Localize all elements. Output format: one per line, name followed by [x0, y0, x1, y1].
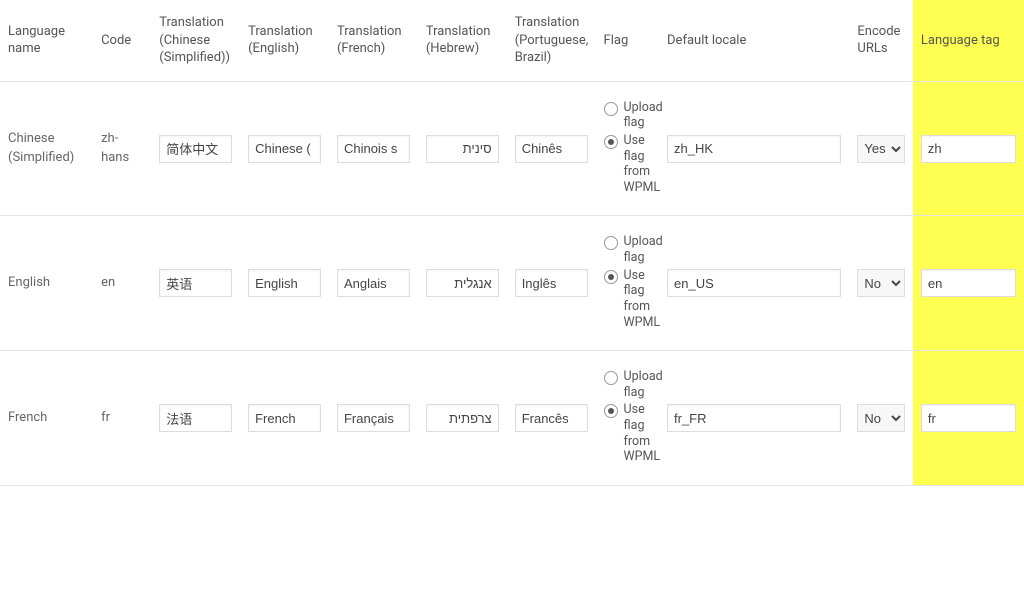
translation-zh-input[interactable] [159, 404, 232, 432]
translation-fr-input[interactable] [337, 269, 410, 297]
translation-pt-input[interactable] [515, 269, 588, 297]
cell-encode-urls: YesNo [849, 81, 912, 216]
header-translation-pt: Translation (Portuguese, Brazil) [507, 0, 596, 81]
cell-language-tag [913, 351, 1024, 486]
cell-tr_zh [151, 81, 240, 216]
translation-en-input[interactable] [248, 269, 321, 297]
translation-zh-input[interactable] [159, 135, 232, 163]
cell-default-locale [659, 81, 849, 216]
cell-tr_pt [507, 216, 596, 351]
flag-wpml-label: Use flag from WPML [624, 402, 661, 465]
language-tag-input[interactable] [921, 404, 1016, 432]
flag-upload-label: Upload flag [624, 369, 663, 400]
cell-code: fr [93, 351, 151, 486]
cell-language-tag [913, 81, 1024, 216]
table-row: Chinese (Simplified)zh-hans Upload flagUs… [0, 81, 1024, 216]
header-language-tag: Language tag [913, 0, 1024, 81]
header-translation-en: Translation (English) [240, 0, 329, 81]
default-locale-input[interactable] [667, 135, 841, 163]
cell-flag: Upload flagUse flag from WPML [596, 216, 659, 351]
cell-tr_he [418, 351, 507, 486]
default-locale-input[interactable] [667, 404, 841, 432]
cell-tr_zh [151, 216, 240, 351]
header-translation-fr: Translation (French) [329, 0, 418, 81]
cell-language-name: Chinese (Simplified) [0, 81, 93, 216]
cell-tr_fr [329, 216, 418, 351]
translation-en-input[interactable] [248, 404, 321, 432]
header-default-locale: Default locale [659, 0, 849, 81]
cell-default-locale [659, 216, 849, 351]
cell-tr_pt [507, 81, 596, 216]
cell-tr_en [240, 351, 329, 486]
header-translation-he: Translation (Hebrew) [418, 0, 507, 81]
cell-tr_fr [329, 81, 418, 216]
table-row: Frenchfr Upload flagUse flag from WPML Yes… [0, 351, 1024, 486]
table-header-row: Language name Code Translation (Chinese … [0, 0, 1024, 81]
cell-encode-urls: YesNo [849, 216, 912, 351]
translation-en-input[interactable] [248, 135, 321, 163]
table-row: Englishen Upload flagUse flag from WPML Ye… [0, 216, 1024, 351]
translation-he-input[interactable] [426, 135, 499, 163]
languages-table: Language name Code Translation (Chinese … [0, 0, 1024, 486]
cell-encode-urls: YesNo [849, 351, 912, 486]
cell-code: en [93, 216, 151, 351]
flag-wpml-radio[interactable] [604, 135, 618, 149]
translation-he-input[interactable] [426, 404, 499, 432]
cell-tr_en [240, 81, 329, 216]
header-encode-urls: Encode URLs [849, 0, 912, 81]
flag-wpml-radio[interactable] [604, 404, 618, 418]
cell-tr_fr [329, 351, 418, 486]
cell-default-locale [659, 351, 849, 486]
flag-upload-radio[interactable] [604, 102, 618, 116]
flag-wpml-label: Use flag from WPML [624, 133, 661, 196]
language-tag-input[interactable] [921, 269, 1016, 297]
translation-zh-input[interactable] [159, 269, 232, 297]
flag-wpml-radio[interactable] [604, 270, 618, 284]
translation-fr-input[interactable] [337, 135, 410, 163]
cell-flag: Upload flagUse flag from WPML [596, 81, 659, 216]
cell-language-name: French [0, 351, 93, 486]
flag-upload-label: Upload flag [624, 234, 663, 265]
flag-upload-label: Upload flag [624, 100, 663, 131]
cell-code: zh-hans [93, 81, 151, 216]
language-tag-input[interactable] [921, 135, 1016, 163]
encode-urls-select[interactable]: YesNo [857, 269, 904, 297]
cell-tr_he [418, 81, 507, 216]
default-locale-input[interactable] [667, 269, 841, 297]
flag-upload-radio[interactable] [604, 236, 618, 250]
encode-urls-select[interactable]: YesNo [857, 404, 904, 432]
flag-upload-radio[interactable] [604, 371, 618, 385]
cell-flag: Upload flagUse flag from WPML [596, 351, 659, 486]
cell-tr_en [240, 216, 329, 351]
header-code: Code [93, 0, 151, 81]
translation-he-input[interactable] [426, 269, 499, 297]
header-flag: Flag [596, 0, 659, 81]
cell-language-tag [913, 216, 1024, 351]
header-translation-zh: Translation (Chinese (Simplified)) [151, 0, 240, 81]
header-language-name: Language name [0, 0, 93, 81]
flag-wpml-label: Use flag from WPML [624, 268, 661, 331]
translation-pt-input[interactable] [515, 404, 588, 432]
encode-urls-select[interactable]: YesNo [857, 135, 904, 163]
cell-tr_pt [507, 351, 596, 486]
cell-tr_he [418, 216, 507, 351]
cell-language-name: English [0, 216, 93, 351]
cell-tr_zh [151, 351, 240, 486]
translation-pt-input[interactable] [515, 135, 588, 163]
translation-fr-input[interactable] [337, 404, 410, 432]
